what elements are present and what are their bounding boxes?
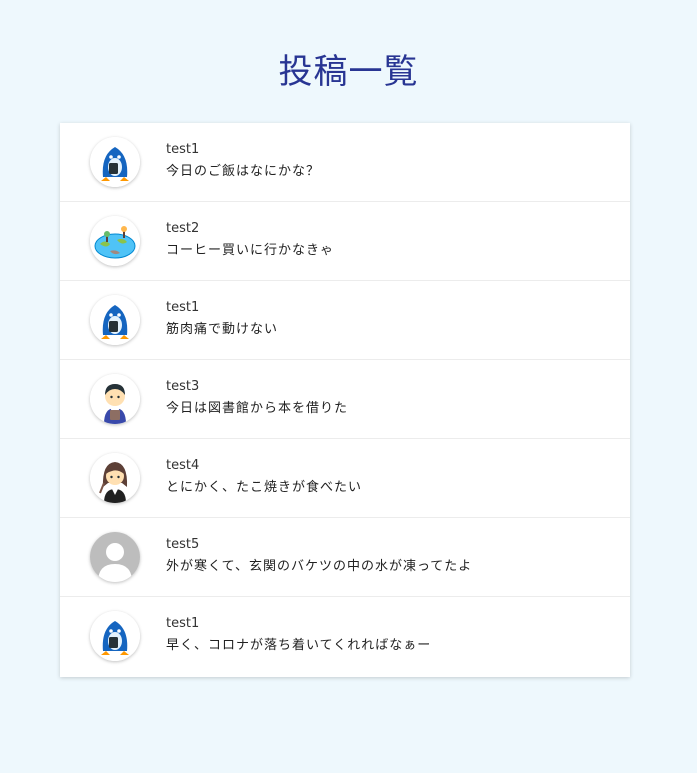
girl-avatar-icon[interactable] <box>90 453 140 503</box>
boy-avatar-icon[interactable] <box>90 374 140 424</box>
post-user-name[interactable]: test1 <box>166 142 199 158</box>
penguin-avatar-icon[interactable] <box>90 295 140 345</box>
post-body: 早く、コロナが落ち着いてくれればなぁー <box>166 638 432 653</box>
post-user-name[interactable]: test2 <box>166 221 199 237</box>
post-list: test1 今日のご飯はなにかな？ test2 コーヒー買いに行かなきゃ tes… <box>60 123 630 677</box>
post-item[interactable]: test1 今日のご飯はなにかな？ <box>60 123 630 202</box>
post-item[interactable]: test1 早く、コロナが落ち着いてくれればなぁー <box>60 597 630 677</box>
post-item[interactable]: test4 とにかく、たこ焼きが食べたい <box>60 439 630 518</box>
penguin-avatar-icon[interactable] <box>90 137 140 187</box>
page-title: 投稿一覧 <box>278 52 419 92</box>
post-user-name[interactable]: test4 <box>166 458 199 474</box>
post-body: 今日は図書館から本を借りた <box>166 401 349 416</box>
post-user-name[interactable]: test1 <box>166 616 199 632</box>
penguin-avatar-icon[interactable] <box>90 611 140 661</box>
post-item[interactable]: test2 コーヒー買いに行かなきゃ <box>60 202 630 281</box>
post-body: コーヒー買いに行かなきゃ <box>166 243 335 258</box>
post-user-name[interactable]: test3 <box>166 379 199 395</box>
post-user-name[interactable]: test1 <box>166 300 199 316</box>
post-body: 筋肉痛で動けない <box>166 322 279 337</box>
post-body: 外が寒くて、玄関のバケツの中の水が凍ってたよ <box>166 559 473 574</box>
post-item[interactable]: test3 今日は図書館から本を借りた <box>60 360 630 439</box>
earth-avatar-icon[interactable] <box>90 216 140 266</box>
post-item[interactable]: test5 外が寒くて、玄関のバケツの中の水が凍ってたよ <box>60 518 630 597</box>
post-body: とにかく、たこ焼きが食べたい <box>166 480 363 495</box>
post-user-name[interactable]: test5 <box>166 537 199 553</box>
post-item[interactable]: test1 筋肉痛で動けない <box>60 281 630 360</box>
post-body: 今日のご飯はなにかな？ <box>166 164 321 179</box>
default-user-avatar-icon[interactable] <box>90 532 140 582</box>
